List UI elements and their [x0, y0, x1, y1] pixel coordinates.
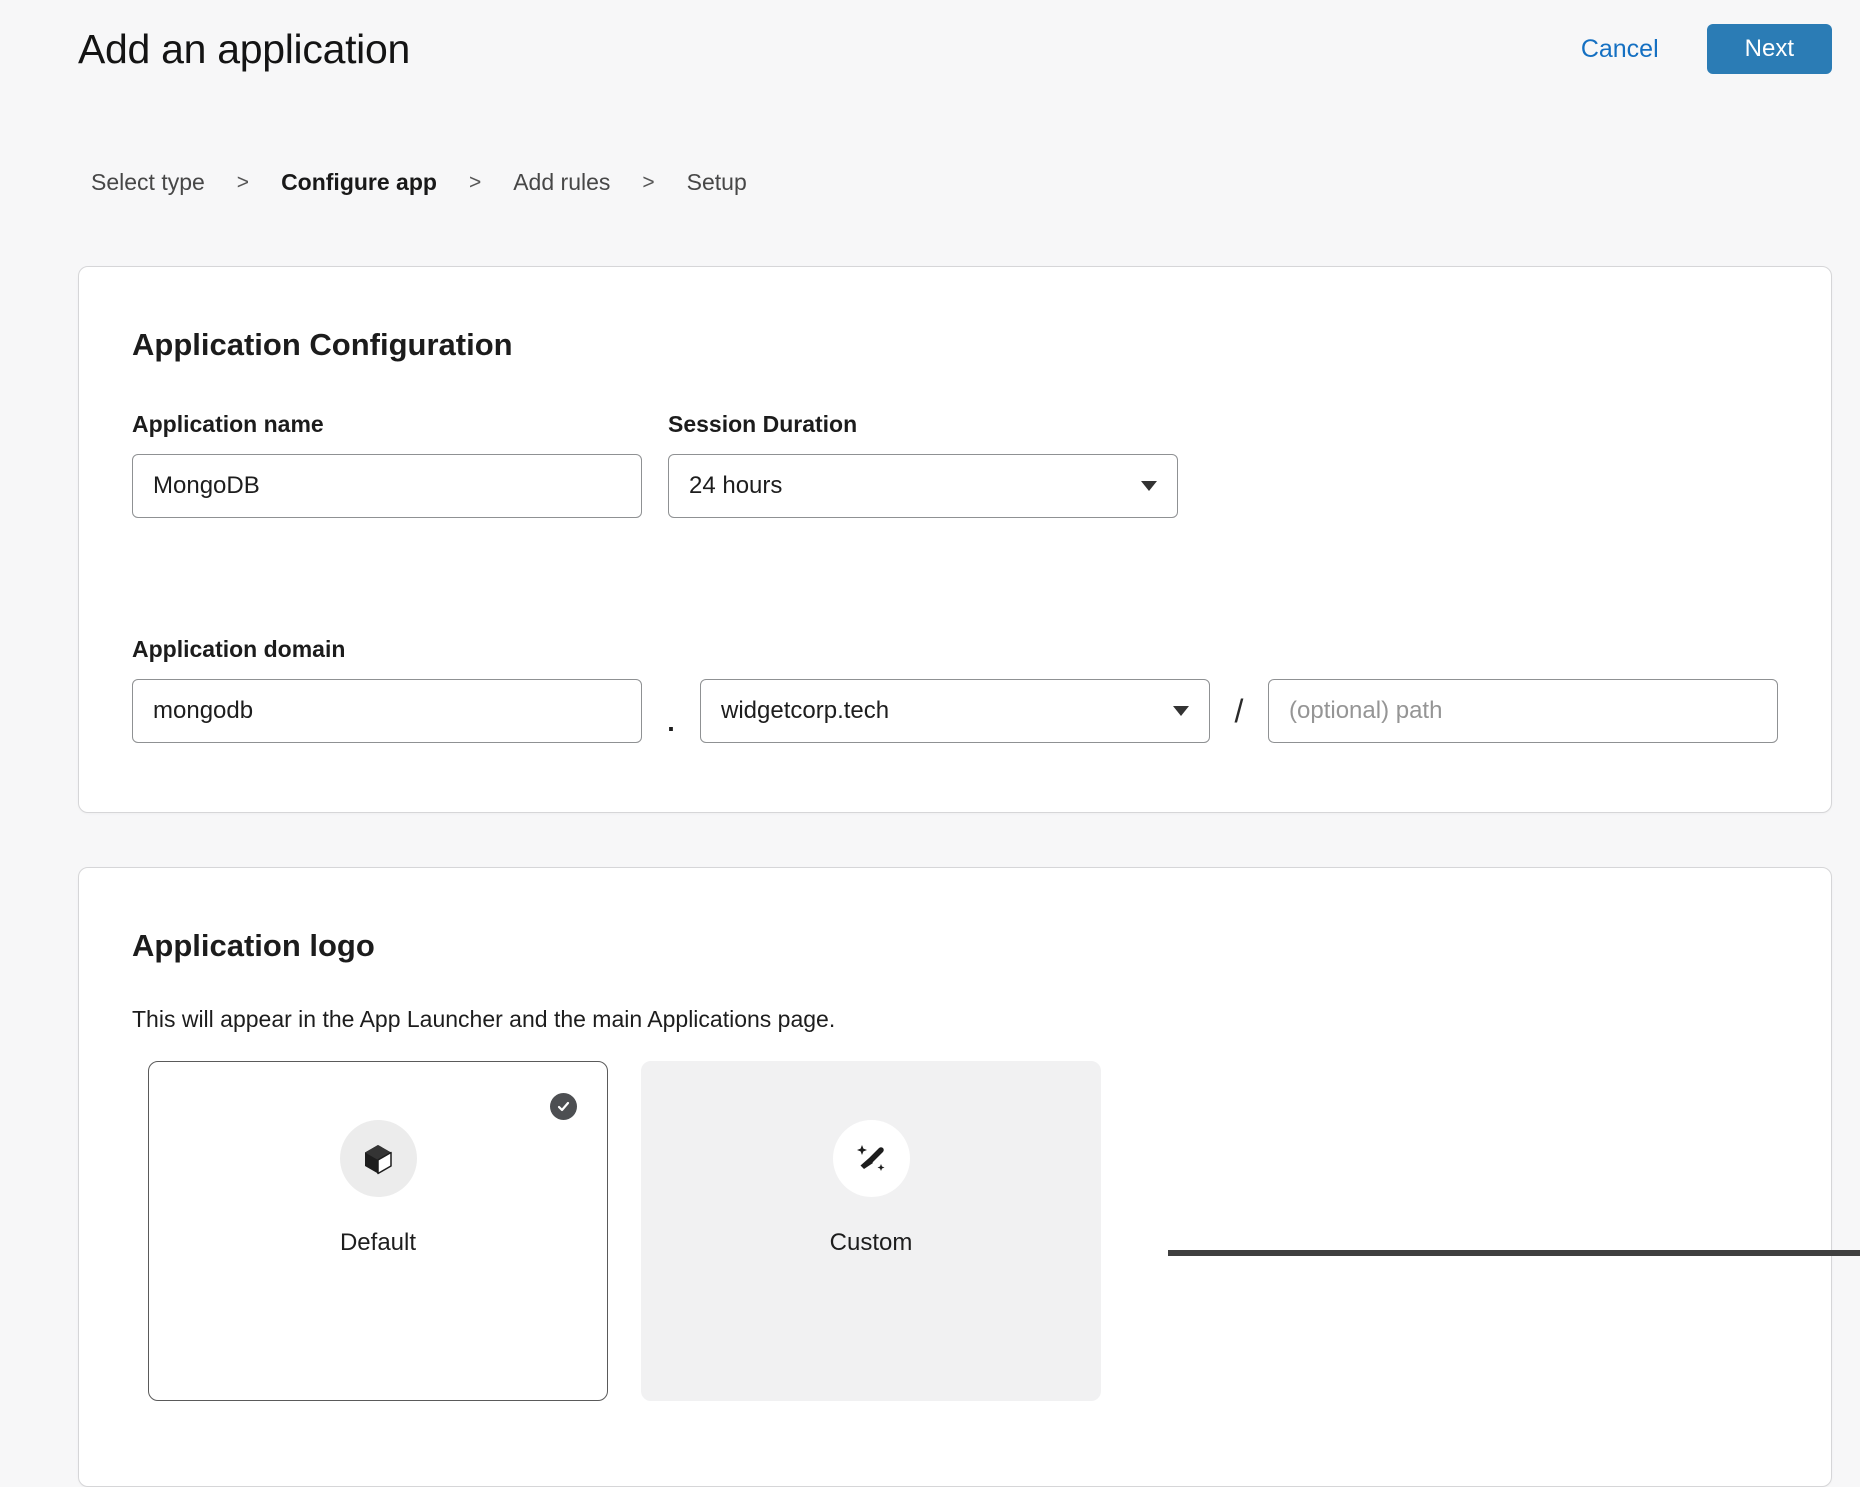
session-duration-field: Session Duration 24 hours — [668, 411, 1178, 518]
application-logo-heading: Application logo — [132, 928, 1778, 964]
logo-option-default[interactable]: Default — [148, 1061, 608, 1401]
domain-select-value: widgetcorp.tech — [721, 697, 889, 725]
logo-options: Default Custom — [148, 1061, 1778, 1401]
breadcrumb-step-select-type[interactable]: Select type — [91, 169, 205, 196]
name-duration-row: Application name Session Duration 24 hou… — [132, 411, 1778, 518]
breadcrumb-step-setup[interactable]: Setup — [687, 169, 747, 196]
selected-check-badge — [550, 1093, 577, 1120]
check-icon — [556, 1099, 571, 1114]
application-domain-label: Application domain — [132, 636, 1778, 663]
application-configuration-card: Application Configuration Application na… — [78, 266, 1832, 813]
session-duration-select[interactable]: 24 hours — [668, 454, 1178, 518]
application-logo-card: Application logo This will appear in the… — [78, 867, 1832, 1487]
logo-option-custom-label: Custom — [642, 1229, 1100, 1257]
domain-select[interactable]: widgetcorp.tech — [700, 679, 1210, 743]
application-name-label: Application name — [132, 411, 642, 438]
session-duration-value: 24 hours — [689, 472, 782, 500]
add-application-page: Add an application Cancel Next Select ty… — [0, 0, 1860, 1487]
breadcrumb: Select type > Configure app > Add rules … — [91, 169, 1832, 196]
cancel-button[interactable]: Cancel — [1581, 35, 1659, 64]
subdomain-input[interactable] — [132, 679, 642, 743]
chevron-down-icon — [1173, 706, 1189, 716]
bottom-edge-bar — [1168, 1250, 1860, 1256]
domain-dot-separator: . — [642, 707, 700, 738]
breadcrumb-step-add-rules[interactable]: Add rules — [513, 169, 610, 196]
application-logo-description: This will appear in the App Launcher and… — [132, 1006, 1778, 1033]
domain-slash-separator: / — [1210, 693, 1268, 730]
paintbrush-icon — [852, 1140, 890, 1178]
breadcrumb-separator: > — [237, 171, 249, 195]
chevron-down-icon — [1141, 481, 1157, 491]
application-domain-section: Application domain . widgetcorp.tech / — [132, 636, 1778, 743]
page-title: Add an application — [78, 26, 410, 73]
custom-logo-circle — [833, 1120, 910, 1197]
page-header: Add an application Cancel Next — [78, 0, 1832, 74]
breadcrumb-separator: > — [642, 171, 654, 195]
breadcrumb-step-configure-app[interactable]: Configure app — [281, 169, 437, 196]
application-name-input[interactable] — [132, 454, 642, 518]
default-logo-circle — [340, 1120, 417, 1197]
application-name-field: Application name — [132, 411, 642, 518]
cube-icon — [361, 1142, 395, 1176]
logo-option-default-label: Default — [149, 1229, 607, 1257]
logo-option-custom[interactable]: Custom — [641, 1061, 1101, 1401]
next-button[interactable]: Next — [1707, 24, 1832, 74]
breadcrumb-separator: > — [469, 171, 481, 195]
application-configuration-heading: Application Configuration — [132, 327, 1778, 363]
path-input[interactable] — [1268, 679, 1778, 743]
header-actions: Cancel Next — [1581, 24, 1832, 74]
application-domain-row: . widgetcorp.tech / — [132, 679, 1778, 743]
session-duration-label: Session Duration — [668, 411, 1178, 438]
